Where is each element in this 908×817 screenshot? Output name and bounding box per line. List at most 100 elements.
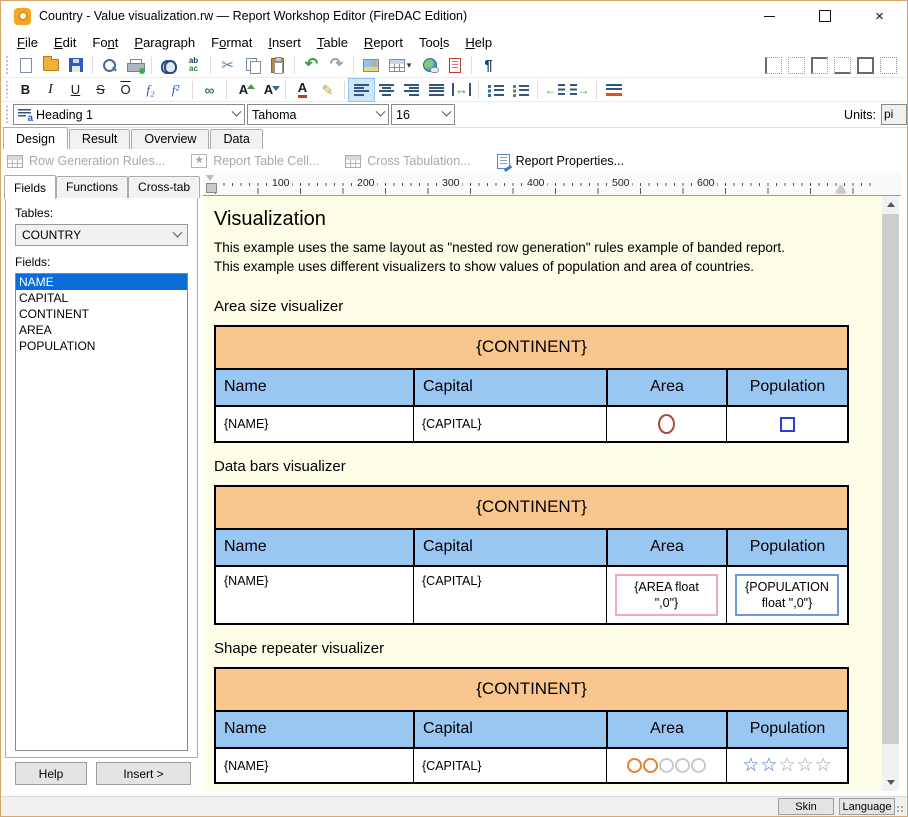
paste-special-button[interactable] <box>442 54 467 76</box>
bold-button[interactable]: B <box>13 79 38 101</box>
population-square-icon <box>780 417 795 432</box>
shrink-font-button[interactable]: A <box>256 79 281 101</box>
tab-overview[interactable]: Overview <box>131 129 209 149</box>
scrollbar-thumb[interactable] <box>882 214 899 744</box>
paste-button[interactable] <box>265 54 290 76</box>
toolbar-gripper[interactable] <box>4 105 9 124</box>
menu-font[interactable]: Font <box>84 33 126 52</box>
tab-design[interactable]: Design <box>3 127 68 149</box>
ruler-margin-marker[interactable] <box>206 175 215 193</box>
numbered-list-button[interactable] <box>508 79 533 101</box>
list-item-continent[interactable]: CONTINENT <box>16 306 187 322</box>
overline-button[interactable]: O <box>113 79 138 101</box>
list-item-population[interactable]: POPULATION <box>16 338 187 354</box>
tables-combo[interactable]: COUNTRY <box>15 224 188 246</box>
menu-format[interactable]: Format <box>203 33 260 52</box>
font-color-button[interactable]: A <box>290 79 315 101</box>
sidebar-tab-functions[interactable]: Functions <box>56 176 128 198</box>
underline-button[interactable]: U <box>63 79 88 101</box>
insert-image-button[interactable] <box>358 54 383 76</box>
border-preset-bottom-button[interactable] <box>834 57 851 74</box>
bold-icon: B <box>21 83 30 96</box>
bullet-list-button[interactable] <box>483 79 508 101</box>
ruler-indent-marker[interactable] <box>836 185 846 193</box>
list-item-capital[interactable]: CAPITAL <box>16 290 187 306</box>
sidebar-tab-crosstab[interactable]: Cross-tab <box>128 176 200 198</box>
units-combo[interactable]: pi <box>881 104 907 125</box>
menu-file[interactable]: File <box>9 33 46 52</box>
report-properties-button[interactable]: Report Properties... <box>497 154 624 169</box>
document-page[interactable]: Visualization This example uses the same… <box>203 196 884 791</box>
copy-button[interactable] <box>240 54 265 76</box>
sidebar-tab-fields[interactable]: Fields <box>4 175 56 199</box>
scroll-up-button[interactable] <box>882 196 899 213</box>
border-preset-none-button[interactable] <box>788 57 805 74</box>
highlight-button[interactable]: ✎ <box>315 79 340 101</box>
border-preset-left-button[interactable] <box>765 57 782 74</box>
tab-result[interactable]: Result <box>69 129 130 149</box>
font-size-combo[interactable]: 16 <box>391 104 455 125</box>
tab-data[interactable]: Data <box>210 129 262 149</box>
menu-edit[interactable]: Edit <box>46 33 84 52</box>
app-window: Country - Value visualization.rw — Repor… <box>0 0 908 817</box>
align-center-button[interactable] <box>374 79 399 101</box>
menu-table[interactable]: Table <box>309 33 356 52</box>
list-item-area[interactable]: AREA <box>16 322 187 338</box>
continent-banner: {CONTINENT} <box>216 669 847 712</box>
resize-grip[interactable] <box>896 805 905 814</box>
subscript-button[interactable]: f₂ <box>138 79 163 101</box>
scroll-down-button[interactable] <box>882 774 899 791</box>
vertical-scrollbar[interactable] <box>882 196 899 791</box>
row-generation-rules-label: Row Generation Rules... <box>29 154 165 168</box>
replace-button[interactable]: ab ac <box>181 54 206 76</box>
border-preset-topleft-button[interactable] <box>811 57 828 74</box>
redo-button[interactable]: ↷ <box>324 54 349 76</box>
menu-bar: File Edit Font Paragraph Format Insert T… <box>1 31 907 53</box>
justify-button[interactable] <box>424 79 449 101</box>
circle-shape <box>659 758 674 773</box>
find-button[interactable] <box>156 54 181 76</box>
toolbar-gripper[interactable] <box>4 56 9 74</box>
paragraph-style-combo[interactable]: a Heading 1 <box>13 104 245 125</box>
insert-table-button[interactable]: ▾ <box>383 54 417 76</box>
indent-button[interactable]: → <box>567 79 592 101</box>
synonyms-button[interactable]: ∞ <box>197 79 222 101</box>
strikethrough-button[interactable]: S <box>88 79 113 101</box>
menu-help[interactable]: Help <box>457 33 500 52</box>
border-preset-inner-button[interactable] <box>880 57 897 74</box>
new-document-button[interactable] <box>13 54 38 76</box>
cut-button[interactable]: ✂ <box>215 54 240 76</box>
save-button[interactable] <box>63 54 88 76</box>
close-button[interactable]: × <box>852 1 907 31</box>
hyperlink-button[interactable] <box>417 54 442 76</box>
menu-paragraph[interactable]: Paragraph <box>126 33 203 52</box>
circle-shape <box>675 758 690 773</box>
toolbar-gripper[interactable] <box>4 81 9 98</box>
horizontal-rule-button[interactable] <box>601 79 626 101</box>
grow-font-button[interactable]: A <box>231 79 256 101</box>
align-left-button[interactable] <box>349 79 374 101</box>
help-button[interactable]: Help <box>15 762 87 785</box>
outdent-button[interactable]: ← <box>542 79 567 101</box>
print-button[interactable] <box>122 54 147 76</box>
report-table-shape-repeater: {CONTINENT} Name Capital Area Population… <box>214 667 849 784</box>
font-family-combo[interactable]: Tahoma <box>247 104 389 125</box>
border-preset-all-button[interactable] <box>857 57 874 74</box>
menu-insert[interactable]: Insert <box>260 33 309 52</box>
open-button[interactable] <box>38 54 63 76</box>
minimize-button[interactable] <box>742 1 797 31</box>
superscript-button[interactable]: f² <box>163 79 188 101</box>
language-button[interactable]: Language <box>839 798 895 815</box>
menu-tools[interactable]: Tools <box>411 33 457 52</box>
undo-button[interactable]: ↶ <box>299 54 324 76</box>
skin-button[interactable]: Skin <box>778 798 834 815</box>
list-item-name[interactable]: NAME <box>16 274 187 290</box>
menu-report[interactable]: Report <box>356 33 411 52</box>
maximize-button[interactable] <box>797 1 852 31</box>
print-preview-button[interactable] <box>97 54 122 76</box>
fit-width-button[interactable]: ↔ <box>449 79 474 101</box>
insert-field-button[interactable]: Insert > <box>96 762 191 785</box>
formatting-marks-button[interactable]: ¶ <box>476 54 501 76</box>
align-right-button[interactable] <box>399 79 424 101</box>
italic-button[interactable]: I <box>38 79 63 101</box>
